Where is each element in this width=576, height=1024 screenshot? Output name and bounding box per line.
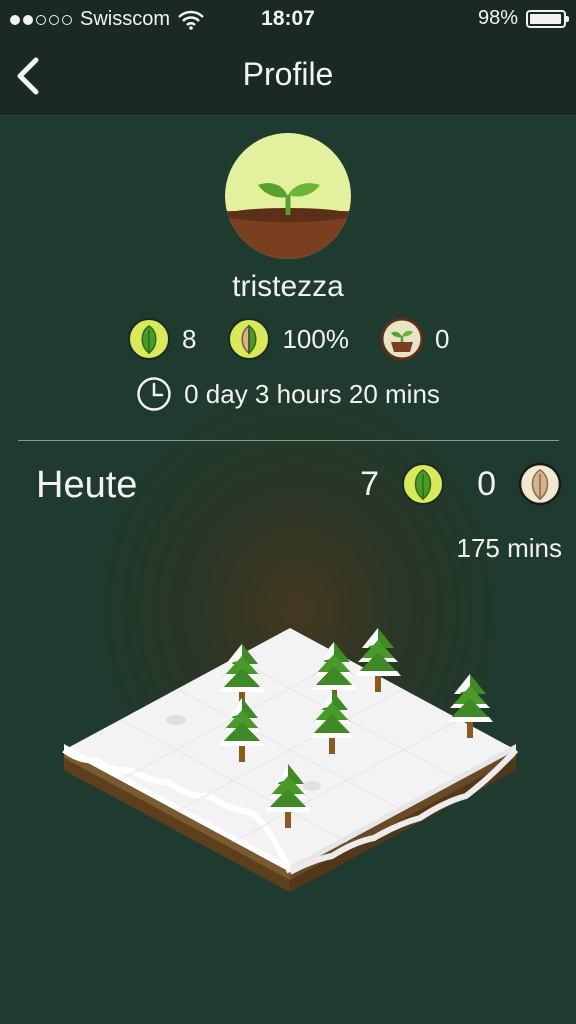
focus-time-text: 0 day 3 hours 20 mins <box>184 378 440 409</box>
today-healthy-count: 7 <box>360 464 380 503</box>
dead-trees-count: 0 <box>434 323 450 354</box>
today-dead-count: 0 <box>477 464 496 503</box>
avatar <box>225 133 351 259</box>
forest-island-illustration <box>62 628 519 892</box>
sprout-icon <box>225 133 351 259</box>
username: tristezza <box>232 270 344 303</box>
battery-group: 98% <box>477 7 569 30</box>
today-minutes: 175 mins <box>456 533 563 563</box>
healthy-leaf-icon <box>402 463 445 505</box>
seedling-pot-icon <box>380 318 423 360</box>
success-rate-stat: 100% <box>228 318 349 360</box>
healthy-trees-stat: 8 <box>128 318 196 360</box>
dead-leaf-icon <box>518 462 562 506</box>
success-rate-value: 100% <box>282 323 349 354</box>
healthy-trees-count: 8 <box>182 323 197 354</box>
focus-time: 0 day 3 hours 20 mins <box>0 376 576 412</box>
battery-icon <box>526 9 569 28</box>
half-leaf-icon <box>228 318 271 360</box>
healthy-leaf-icon <box>128 318 170 360</box>
divider <box>18 440 559 441</box>
today-label: Heute <box>36 464 138 506</box>
profile-stats: 8 100% 0 <box>128 318 449 360</box>
navigation-bar: Profile <box>0 38 576 116</box>
status-bar: Swisscom 18:07 98% <box>0 0 576 38</box>
dead-trees-stat: 0 <box>380 318 450 360</box>
battery-percent: 98% <box>477 7 518 29</box>
clock-icon <box>137 377 171 411</box>
page-title: Profile <box>242 56 334 92</box>
today-stats: 7 0 <box>360 462 562 506</box>
